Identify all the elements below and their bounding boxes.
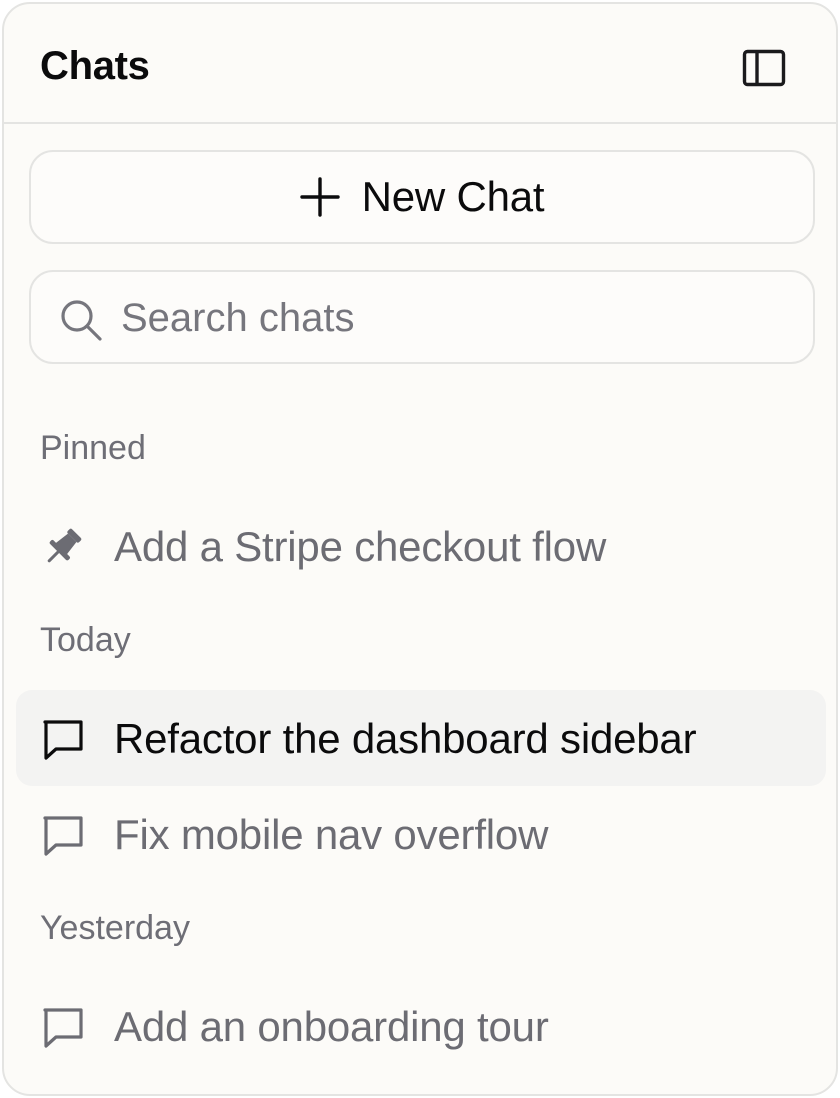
chat-item-label: Add a Stripe checkout flow [114, 523, 607, 570]
chat-item-stripe-checkout[interactable]: Add a Stripe checkout flow [16, 498, 826, 594]
chat-item-label: Fix mobile nav overflow [114, 811, 549, 858]
sidebar-header: Chats [4, 4, 836, 124]
chat-item-onboarding-tour[interactable]: Add an onboarding tour [16, 978, 826, 1074]
chat-sidebar: Chats New Chat Pinned [2, 2, 838, 1096]
chat-item-fix-mobile-nav[interactable]: Fix mobile nav overflow [16, 786, 826, 882]
search-icon [61, 300, 102, 341]
chat-item-label: Add an onboarding tour [114, 1003, 549, 1050]
pin-icon [47, 528, 82, 563]
plus-icon [299, 177, 340, 217]
search-input[interactable] [121, 288, 791, 348]
sidebar-title: Chats [40, 44, 150, 88]
chat-item-label: Refactor the dashboard sidebar [114, 715, 697, 762]
section-label-yesterday: Yesterday [40, 909, 190, 947]
chat-item-refactor-dashboard[interactable]: Refactor the dashboard sidebar [16, 690, 826, 786]
chat-bubble-icon [43, 1008, 83, 1048]
section-label-today: Today [40, 621, 131, 659]
chat-bubble-icon [43, 720, 83, 760]
new-chat-button[interactable]: New Chat [29, 150, 815, 244]
chat-bubble-icon [43, 816, 83, 856]
search-box [29, 270, 815, 364]
section-label-pinned: Pinned [40, 429, 146, 467]
new-chat-label: New Chat [361, 173, 545, 220]
sidebar-toggle-icon [742, 49, 786, 87]
sidebar-toggle-button[interactable] [736, 40, 792, 96]
